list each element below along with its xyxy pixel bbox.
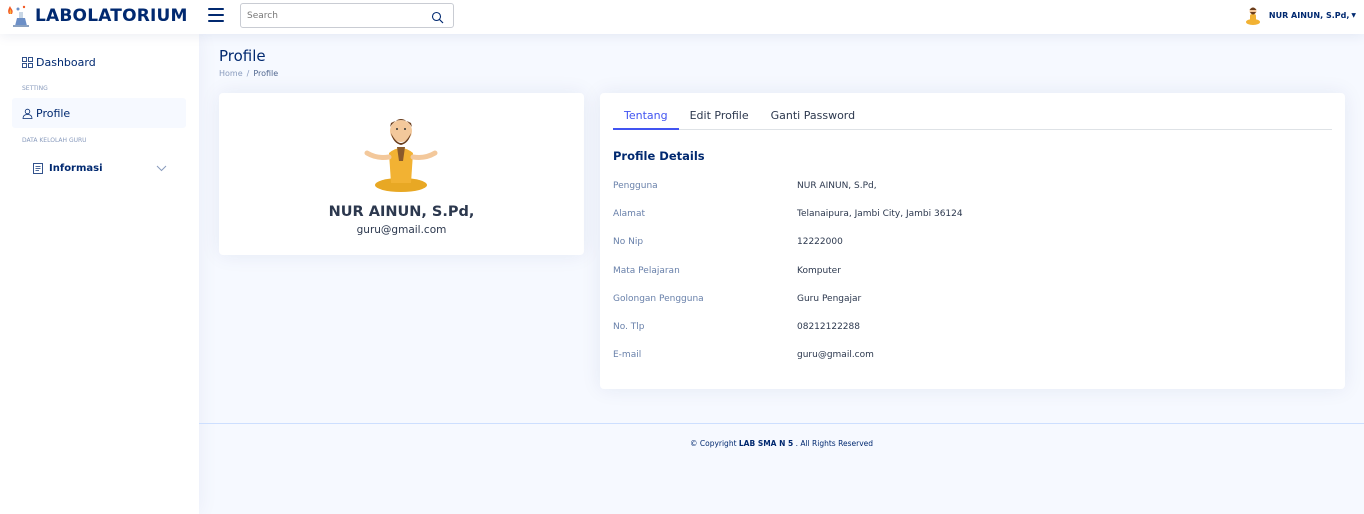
chevron-down-icon: ▼ <box>1351 11 1356 19</box>
footer-rights: . All Rights Reserved <box>795 439 874 448</box>
detail-value: 12222000 <box>797 237 843 247</box>
footer: © Copyright LAB SMA N 5 . All Rights Res… <box>199 439 1364 448</box>
person-icon <box>22 108 33 119</box>
detail-value: guru@gmail.com <box>797 350 874 360</box>
sidebar-item-label: Profile <box>36 106 71 120</box>
avatar <box>1243 5 1263 25</box>
tab-ganti-password[interactable]: Ganti Password <box>760 107 866 130</box>
search-bar <box>240 3 454 28</box>
detail-label: Golongan Pengguna <box>613 294 704 304</box>
detail-label: E-mail <box>613 350 642 360</box>
detail-label: Mata Pelajaran <box>613 266 680 276</box>
detail-value: 08212122288 <box>797 322 860 332</box>
detail-value: NUR AINUN, S.Pd, <box>797 181 877 191</box>
tab-tentang[interactable]: Tentang <box>613 107 679 130</box>
breadcrumb-current: Profile <box>253 69 279 78</box>
detail-value: Komputer <box>797 266 841 276</box>
tab-edit-profile[interactable]: Edit Profile <box>679 107 760 130</box>
footer-copyright: © Copyright <box>689 439 737 448</box>
user-menu[interactable]: NUR AINUN, S.Pd, ▼ <box>1243 5 1356 25</box>
profile-name: NUR AINUN, S.Pd, <box>328 204 475 220</box>
user-name: NUR AINUN, S.Pd, <box>1268 10 1350 20</box>
grid-icon <box>22 57 33 68</box>
profile-avatar-image <box>361 113 441 193</box>
sidebar-toggle-icon[interactable] <box>208 8 224 22</box>
search-icon[interactable] <box>431 9 444 24</box>
search-input[interactable] <box>241 10 421 21</box>
logo-text: LABOLATORIUM <box>35 6 188 26</box>
detail-label: No. Tlp <box>613 322 645 332</box>
detail-label: Alamat <box>613 209 645 219</box>
details-title: Profile Details <box>613 149 705 163</box>
logo[interactable]: LABOLATORIUM <box>5 3 188 29</box>
top-header: LABOLATORIUM NUR AINUN, S.Pd, ▼ <box>0 0 1364 34</box>
profile-email: guru@gmail.com <box>356 224 447 236</box>
profile-card: NUR AINUN, S.Pd, guru@gmail.com <box>219 93 584 255</box>
sidebar-item-label: Informasi <box>49 163 103 174</box>
breadcrumb: Home / Profile <box>219 69 278 78</box>
breadcrumb-separator: / <box>246 69 250 78</box>
detail-value: Guru Pengajar <box>797 294 862 304</box>
sidebar: Dashboard SETTING Profile DATA KELOLAH G… <box>0 34 199 514</box>
sidebar-item-profile[interactable]: Profile <box>12 98 186 128</box>
sidebar-item-dashboard[interactable]: Dashboard <box>22 56 96 69</box>
nav-heading-data: DATA KELOLAH GURU <box>22 137 87 144</box>
footer-brand: LAB SMA N 5 <box>738 439 794 448</box>
profile-details-card: Tentang Edit Profile Ganti Password Prof… <box>600 93 1345 389</box>
sidebar-item-informasi[interactable]: Informasi <box>33 163 167 174</box>
detail-value: Telanaipura, Jambi City, Jambi 36124 <box>797 209 963 219</box>
chevron-down-icon <box>156 165 167 172</box>
detail-label: Pengguna <box>613 181 658 191</box>
document-icon <box>33 163 43 174</box>
page-title: Profile <box>219 47 266 65</box>
breadcrumb-home[interactable]: Home <box>219 69 243 78</box>
lab-flask-icon <box>5 4 31 28</box>
footer-divider <box>199 423 1364 424</box>
detail-label: No Nip <box>613 237 644 247</box>
nav-heading-setting: SETTING <box>22 85 48 92</box>
sidebar-item-label: Dashboard <box>36 56 96 69</box>
profile-tabs: Tentang Edit Profile Ganti Password <box>613 107 1332 130</box>
